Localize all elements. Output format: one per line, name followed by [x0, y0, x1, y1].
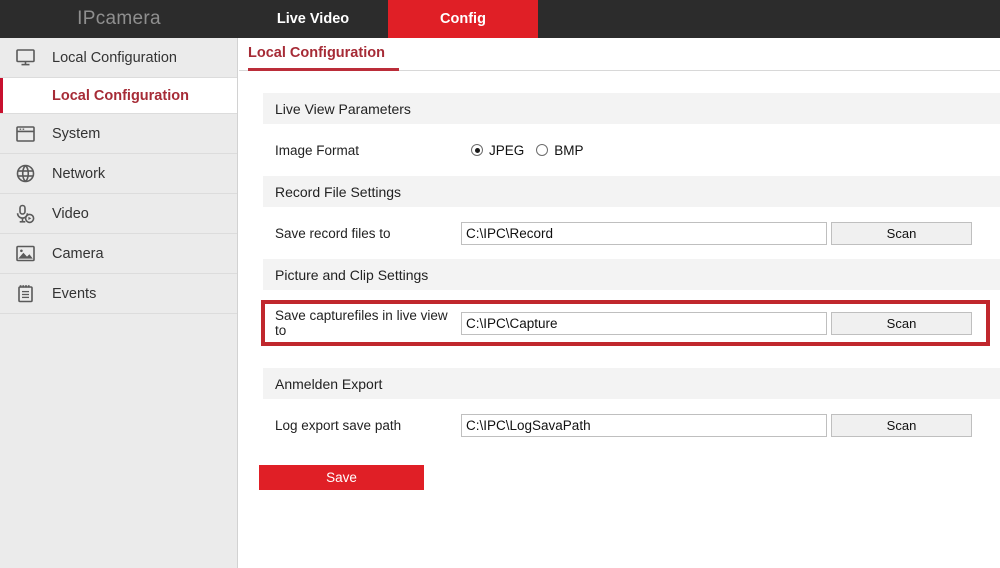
save-button[interactable]: Save	[259, 465, 424, 490]
save-capture-input[interactable]	[461, 311, 827, 335]
highlight-box-save-capture: Save capturefiles in live view to Scan	[261, 300, 990, 346]
form-row-image-format: Image Format JPEG BMP	[263, 124, 1000, 176]
scan-button-capture[interactable]: Scan	[831, 311, 972, 335]
top-navigation: Live Video Config	[238, 0, 538, 38]
sidebar-item-video[interactable]: Video	[0, 194, 237, 234]
sidebar-item-label: System	[52, 125, 101, 142]
top-bar: IPcamera Live Video Config	[0, 0, 1000, 38]
content-area: Local Configuration Live View Parameters…	[239, 38, 1000, 568]
form-row-save-record: Save record files to Scan	[263, 207, 1000, 259]
ipcamera-config-page: IPcamera Live Video Config Local Configu…	[0, 0, 1000, 568]
clipboard-icon	[12, 282, 38, 306]
nav-tab-live-video[interactable]: Live Video	[238, 0, 388, 38]
radio-dot-bmp[interactable]	[536, 144, 549, 156]
globe-icon	[12, 162, 38, 186]
sidebar-item-label: Events	[52, 285, 97, 302]
section-header-picture-clip: Picture and Clip Settings	[263, 259, 1000, 290]
microphone-play-icon	[12, 202, 38, 226]
form-row-log-path: Log export save path Scan	[263, 399, 1000, 451]
image-format-radio-group: JPEG BMP	[461, 143, 584, 158]
brand-logo: IPcamera	[77, 8, 161, 29]
save-record-input[interactable]	[461, 221, 827, 245]
local-configuration-panel: Live View Parameters Image Format JPEG B…	[239, 71, 1000, 490]
save-capture-label: Save capturefiles in live view to	[275, 308, 448, 338]
sidebar-item-label: Video	[52, 205, 89, 222]
sidebar-item-events[interactable]: Events	[0, 274, 237, 314]
sidebar-item-camera[interactable]: Camera	[0, 234, 237, 274]
sidebar-subitem-label: Local Configuration	[52, 87, 189, 104]
sidebar-subitem-local-configuration[interactable]: Local Configuration	[0, 78, 237, 114]
image-format-label: Image Format	[275, 142, 360, 158]
scan-button-record[interactable]: Scan	[831, 221, 972, 245]
sidebar: Local Configuration Local Configuration …	[0, 38, 238, 568]
section-header-record-file: Record File Settings	[263, 176, 1000, 207]
picture-icon	[12, 242, 38, 266]
nav-tab-config[interactable]: Config	[388, 0, 538, 38]
radio-label-bmp: BMP	[554, 142, 584, 158]
radio-option-jpeg[interactable]: JPEG	[471, 143, 524, 158]
tab-strip: Local Configuration	[239, 38, 1000, 71]
save-record-label: Save record files to	[275, 225, 391, 241]
window-icon	[12, 122, 38, 146]
radio-dot-jpeg[interactable]	[471, 144, 483, 156]
sidebar-item-label: Network	[52, 165, 106, 182]
radio-option-bmp[interactable]: BMP	[536, 142, 584, 158]
section-header-log-export: Anmelden Export	[263, 368, 1000, 399]
sidebar-item-system[interactable]: System	[0, 114, 237, 154]
monitor-icon	[12, 46, 38, 70]
sidebar-item-local-configuration[interactable]: Local Configuration	[0, 38, 237, 78]
sidebar-item-label: Local Configuration	[52, 49, 177, 66]
tab-local-configuration[interactable]: Local Configuration	[248, 38, 399, 71]
log-path-label: Log export save path	[275, 417, 402, 433]
sidebar-item-label: Camera	[52, 245, 104, 262]
section-header-live-view: Live View Parameters	[263, 93, 1000, 124]
sidebar-item-network[interactable]: Network	[0, 154, 237, 194]
radio-label-jpeg: JPEG	[489, 142, 525, 158]
log-path-input[interactable]	[461, 413, 827, 437]
scan-button-log[interactable]: Scan	[831, 413, 972, 437]
